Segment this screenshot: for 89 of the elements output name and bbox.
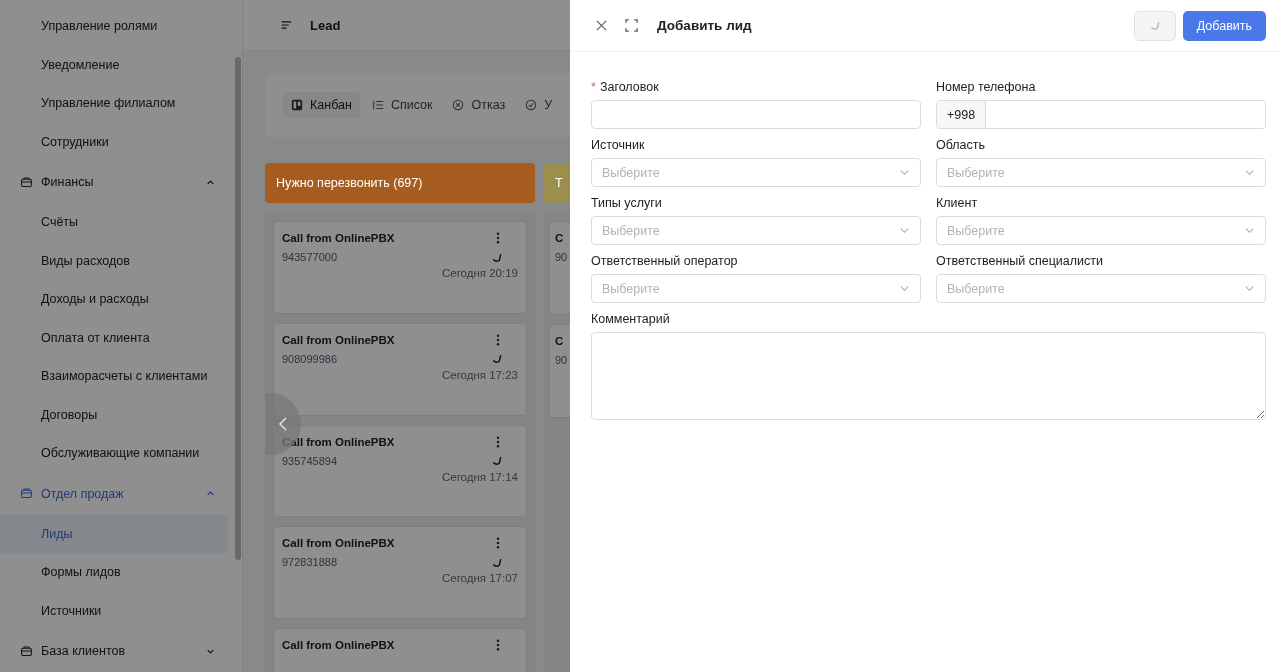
lead-card[interactable]: Call from OnlinePBX 972831888 Сегодня 17:07 — [273, 526, 527, 620]
fullscreen-icon[interactable] — [625, 19, 638, 32]
card-phone: 90 — [555, 354, 568, 366]
chevron-down-icon — [899, 167, 910, 178]
chevron-down-icon — [1244, 283, 1255, 294]
card-phone: 935745894 — [282, 454, 338, 467]
sidebar-item[interactable]: Формы лидов — [0, 553, 228, 592]
card-time: Сегодня 17:23 — [440, 368, 518, 381]
kanban-icon — [291, 99, 303, 111]
card-phone: 943577000 — [282, 251, 338, 263]
phone-icon[interactable] — [491, 251, 502, 263]
chevron-down-icon — [1244, 167, 1255, 178]
cross-circle-icon — [452, 99, 465, 111]
view-tab[interactable]: Список — [363, 92, 441, 118]
sidebar-item[interactable]: Виды расходов — [0, 241, 228, 280]
sidebar-item[interactable]: Источники — [0, 591, 228, 630]
add-button[interactable]: Добавить — [1182, 10, 1266, 41]
lead-card[interactable]: Call from OnlinePBX 943577000 Сегодня 20:19 — [273, 221, 527, 314]
folder-icon — [20, 644, 33, 658]
folder-icon — [20, 175, 33, 189]
sidebar-item[interactable]: Счёты — [0, 203, 228, 242]
field-label: Ответственный специалисти — [936, 254, 1104, 268]
chevron-left-icon — [278, 416, 288, 432]
sidebar-item[interactable]: Обслуживающие компании — [0, 434, 228, 473]
sidebar-group[interactable]: Финансы — [0, 161, 228, 203]
view-tab[interactable]: Канбан — [283, 92, 360, 118]
field-label: Клиент — [936, 196, 978, 210]
lead-card[interactable]: Call from OnlinePBX — [273, 628, 527, 672]
sidebar-item[interactable]: Оплата от клиента — [0, 318, 228, 357]
field-label: Ответственный оператор — [591, 254, 738, 268]
card-title: C — [555, 232, 564, 244]
card-phone: 972831888 — [282, 556, 338, 569]
card-phone: 908099986 — [282, 352, 338, 365]
view-tab[interactable]: У — [517, 92, 561, 118]
column-header: Нужно перезвонить (697) — [265, 163, 535, 203]
lead-card[interactable]: C 90 — [549, 324, 570, 418]
required-mark: * — [591, 80, 596, 94]
phone-prefix: +998 — [937, 101, 987, 128]
card-time: Сегодня 17:07 — [440, 572, 518, 585]
sidebar-item[interactable]: Договоры — [0, 395, 228, 434]
card-title: C — [555, 335, 564, 347]
field-label: Область — [936, 138, 986, 152]
sidebar-item[interactable]: Взаиморасчеты с клиентами — [0, 357, 228, 396]
card-title: Call from OnlinePBX — [282, 333, 395, 346]
check-circle-icon — [525, 99, 538, 111]
sidebar-item[interactable]: Сотрудники — [0, 122, 228, 161]
phone-icon[interactable] — [491, 455, 502, 467]
view-tab[interactable]: Отказ — [444, 92, 514, 118]
card-title: Call from OnlinePBX — [282, 537, 395, 550]
phone-field[interactable]: +998 — [936, 100, 1266, 129]
more-icon[interactable] — [496, 232, 500, 244]
folder-icon — [20, 487, 33, 500]
field-label: Номер телефона — [936, 80, 1036, 94]
list-icon — [371, 99, 384, 111]
card-phone: 90 — [555, 251, 568, 263]
phone-icon[interactable] — [491, 556, 502, 568]
card-title: Call from OnlinePBX — [282, 232, 395, 244]
comment-field[interactable] — [591, 332, 1266, 420]
field-label: Заголовок — [599, 80, 659, 94]
sidebar-item[interactable]: Лиды — [0, 514, 228, 553]
more-icon[interactable] — [496, 333, 500, 346]
drawer-title: Добавить лид — [657, 18, 752, 33]
lead-card[interactable]: C 90 — [549, 221, 570, 315]
field-label: Источник — [591, 138, 645, 152]
sidebar-item[interactable]: Доходы и расходы — [0, 280, 228, 319]
input-field[interactable] — [591, 100, 921, 129]
lead-card[interactable]: Call from OnlinePBX 908099986 Сегодня 17:23 — [273, 322, 527, 416]
sidebar-group[interactable]: Отдел продаж — [0, 472, 228, 515]
chevron-down-icon — [899, 225, 910, 236]
chevron-down-icon — [1244, 225, 1255, 236]
sidebar-group[interactable]: База клиентов — [0, 630, 228, 672]
page-title: Lead — [310, 17, 341, 33]
column-header: Т — [544, 163, 570, 203]
sidebar-item[interactable]: Уведомление — [0, 45, 228, 84]
card-time: Сегодня 20:19 — [440, 267, 518, 279]
more-icon[interactable] — [496, 435, 500, 448]
card-time: Сегодня 17:14 — [440, 470, 518, 483]
phone-icon — [1149, 20, 1161, 31]
sidebar-item[interactable]: Управление филиалом — [0, 84, 228, 123]
sidebar-item[interactable]: Управление ролями — [0, 7, 228, 46]
chevron-down-icon — [899, 283, 910, 294]
card-title: Call from OnlinePBX — [282, 639, 395, 652]
close-icon[interactable] — [595, 19, 608, 32]
field-label: Типы услуги — [591, 196, 662, 210]
more-icon[interactable] — [496, 639, 500, 652]
more-icon[interactable] — [496, 537, 500, 550]
phone-icon[interactable] — [491, 353, 502, 365]
menu-icon[interactable] — [281, 20, 292, 30]
field-label: Комментарий — [591, 312, 670, 326]
